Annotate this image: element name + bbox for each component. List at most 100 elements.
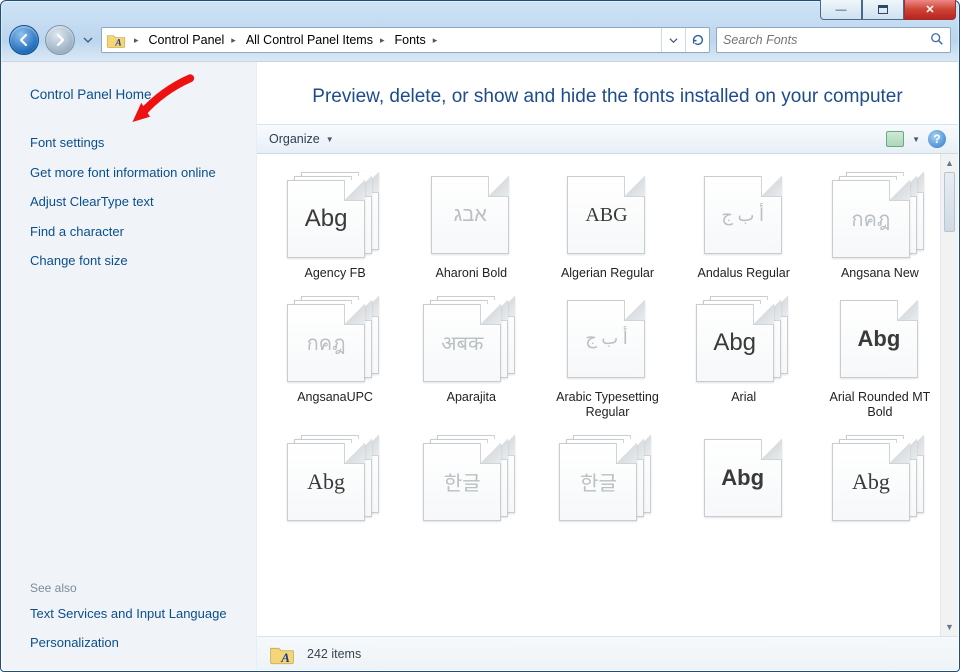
seealso-personalization[interactable]: Personalization (30, 628, 241, 658)
scroll-down-button[interactable]: ▼ (941, 618, 958, 636)
font-grid: Abg Agency FB אבגAharoni Bold ABG Algerian R… (257, 154, 958, 529)
toolbar: A ▸ Control Panel ▸ All Control Panel It… (1, 20, 959, 60)
font-sample: กคฎ (287, 304, 365, 382)
font-name: Algerian Regular (561, 266, 654, 282)
chevron-down-icon (83, 35, 93, 45)
svg-text:A: A (114, 39, 121, 49)
font-name: Arial Rounded MT Bold (820, 390, 940, 421)
font-thumb: Abg (696, 435, 792, 521)
item-count: 242 items (307, 647, 361, 661)
status-bar: A 242 items (257, 636, 958, 670)
sidebar-link-cleartype[interactable]: Adjust ClearType text (30, 187, 241, 217)
font-sample: Abg (840, 300, 918, 378)
view-dropdown[interactable]: ▼ (912, 135, 920, 144)
font-sample: Abg (287, 180, 365, 258)
fonts-folder-icon: A (104, 28, 128, 52)
crumb-root-arrow[interactable]: ▸ (130, 28, 143, 52)
font-thumb: กคฎ (287, 296, 383, 382)
font-thumb: Abg (287, 435, 383, 521)
font-thumb: Abg (696, 296, 792, 382)
search-box[interactable] (716, 27, 951, 53)
svg-text:A: A (280, 650, 290, 665)
arrow-left-icon (16, 32, 32, 48)
crumb-arrow[interactable]: ▸ (227, 28, 240, 52)
previous-locations-dropdown[interactable] (661, 28, 685, 52)
font-item[interactable]: Abg (816, 435, 944, 529)
main-content: Preview, delete, or show and hide the fo… (257, 62, 958, 670)
crumb-0[interactable]: Control Panel (143, 28, 228, 52)
font-item[interactable]: Abg (680, 435, 808, 529)
font-sample: 한글 (423, 443, 501, 521)
scrollbar-thumb[interactable] (944, 172, 955, 232)
font-name: Arial (731, 390, 756, 406)
forward-button[interactable] (45, 25, 75, 55)
font-sample: أ ب ج (704, 176, 782, 254)
font-name: Arabic Typesetting Regular (547, 390, 667, 421)
font-thumb: Abg (832, 435, 928, 521)
font-sample: Abg (704, 439, 782, 517)
see-also-header: See also (30, 577, 241, 599)
font-item[interactable]: Abg (271, 435, 399, 529)
sidebar-link-font-settings[interactable]: Font settings (30, 128, 241, 158)
recent-pages-dropdown[interactable] (81, 26, 95, 54)
font-sample: أ ب ج (567, 300, 645, 378)
font-item[interactable]: אבגAharoni Bold (407, 172, 535, 282)
arrow-right-icon (52, 32, 68, 48)
sidebar-link-font-size[interactable]: Change font size (30, 246, 241, 276)
maximize-button[interactable] (862, 0, 904, 20)
font-item[interactable]: Abg Arial (680, 296, 808, 421)
refresh-button[interactable] (685, 28, 709, 52)
help-button[interactable]: ? (928, 130, 946, 148)
font-item[interactable]: ABG Algerian Regular (543, 172, 671, 282)
font-item[interactable]: 한글 (407, 435, 535, 529)
font-thumb: أ ب ج (696, 172, 792, 258)
view-options[interactable] (886, 131, 904, 147)
font-name: AngsanaUPC (297, 390, 373, 406)
font-item[interactable]: Abg Agency FB (271, 172, 399, 282)
font-sample: ABG (567, 176, 645, 254)
scrollbar-vertical[interactable]: ▲ ▼ (940, 154, 958, 636)
font-item[interactable]: กคฎ AngsanaUPC (271, 296, 399, 421)
chevron-down-icon (669, 36, 678, 45)
search-input[interactable] (723, 33, 930, 47)
command-bar: Organize ▼ ▼ ? (257, 124, 958, 154)
font-sample: Abg (696, 304, 774, 382)
crumb-1[interactable]: All Control Panel Items (240, 28, 376, 52)
crumb-arrow[interactable]: ▸ (376, 28, 389, 52)
font-thumb: ABG (559, 172, 655, 258)
fonts-folder-icon: A (269, 641, 295, 667)
crumb-arrow[interactable]: ▸ (429, 28, 442, 52)
font-name: Agency FB (305, 266, 366, 282)
sidebar: Control Panel Home Font settings Get mor… (2, 62, 257, 670)
refresh-icon (691, 33, 705, 47)
scroll-up-button[interactable]: ▲ (941, 154, 958, 172)
font-item[interactable]: Abg Arial Rounded MT Bold (816, 296, 944, 421)
address-bar[interactable]: A ▸ Control Panel ▸ All Control Panel It… (101, 27, 710, 53)
back-button[interactable] (9, 25, 39, 55)
font-sample: กคฎ (832, 180, 910, 258)
font-thumb: أ ب ج (559, 296, 655, 382)
seealso-text-services[interactable]: Text Services and Input Language (30, 599, 241, 629)
font-sample: Abg (287, 443, 365, 521)
crumb-2[interactable]: Fonts (388, 28, 428, 52)
page-title: Preview, delete, or show and hide the fo… (257, 62, 958, 124)
minimize-button[interactable]: — (820, 0, 862, 20)
font-item[interactable]: أ ب ج Andalus Regular (680, 172, 808, 282)
font-item[interactable]: 한글 (543, 435, 671, 529)
font-item[interactable]: अबकAparajita (407, 296, 535, 421)
font-item[interactable]: أ ب ج Arabic Typesetting Regular (543, 296, 671, 421)
search-icon (930, 32, 944, 49)
font-name: Andalus Regular (697, 266, 789, 282)
font-thumb: 한글 (559, 435, 655, 521)
organize-menu[interactable]: Organize ▼ (269, 132, 334, 146)
sidebar-link-more-info[interactable]: Get more font information online (30, 158, 241, 188)
organize-label: Organize (269, 132, 320, 146)
font-item[interactable]: กคฎ Angsana New (816, 172, 944, 282)
font-thumb: अबक (423, 296, 519, 382)
sidebar-home[interactable]: Control Panel Home (30, 80, 241, 110)
sidebar-link-find-character[interactable]: Find a character (30, 217, 241, 247)
close-button[interactable]: ✕ (904, 0, 956, 20)
font-thumb: אבג (423, 172, 519, 258)
font-name: Angsana New (841, 266, 919, 282)
font-sample: अबक (423, 304, 501, 382)
